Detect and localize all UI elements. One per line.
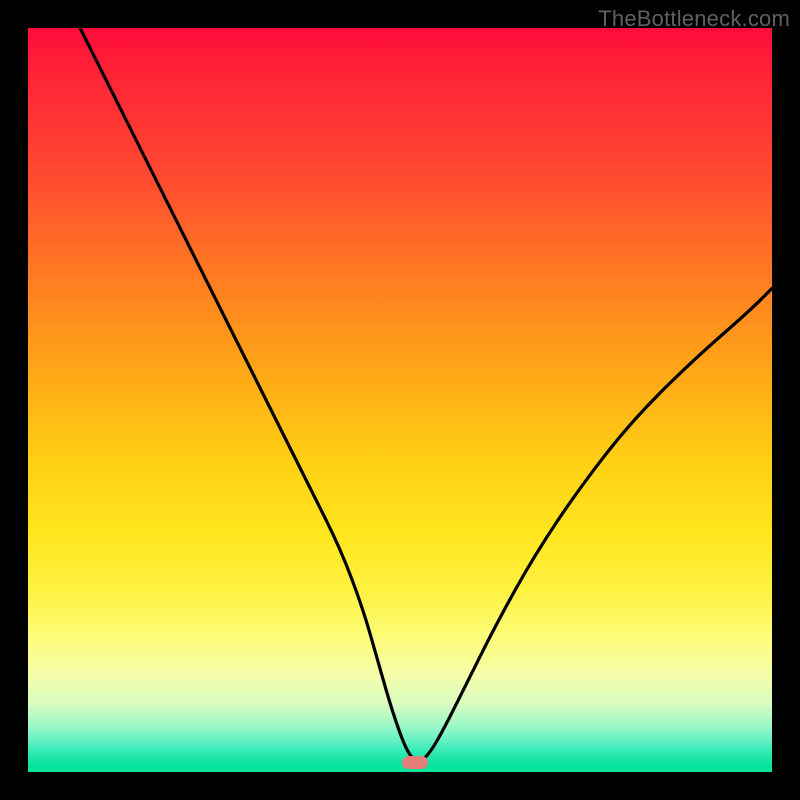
plot-area [28, 28, 772, 772]
chart-frame: TheBottleneck.com [0, 0, 800, 800]
bottleneck-curve [28, 28, 772, 772]
optimum-marker [402, 756, 428, 769]
watermark-text: TheBottleneck.com [598, 6, 790, 32]
